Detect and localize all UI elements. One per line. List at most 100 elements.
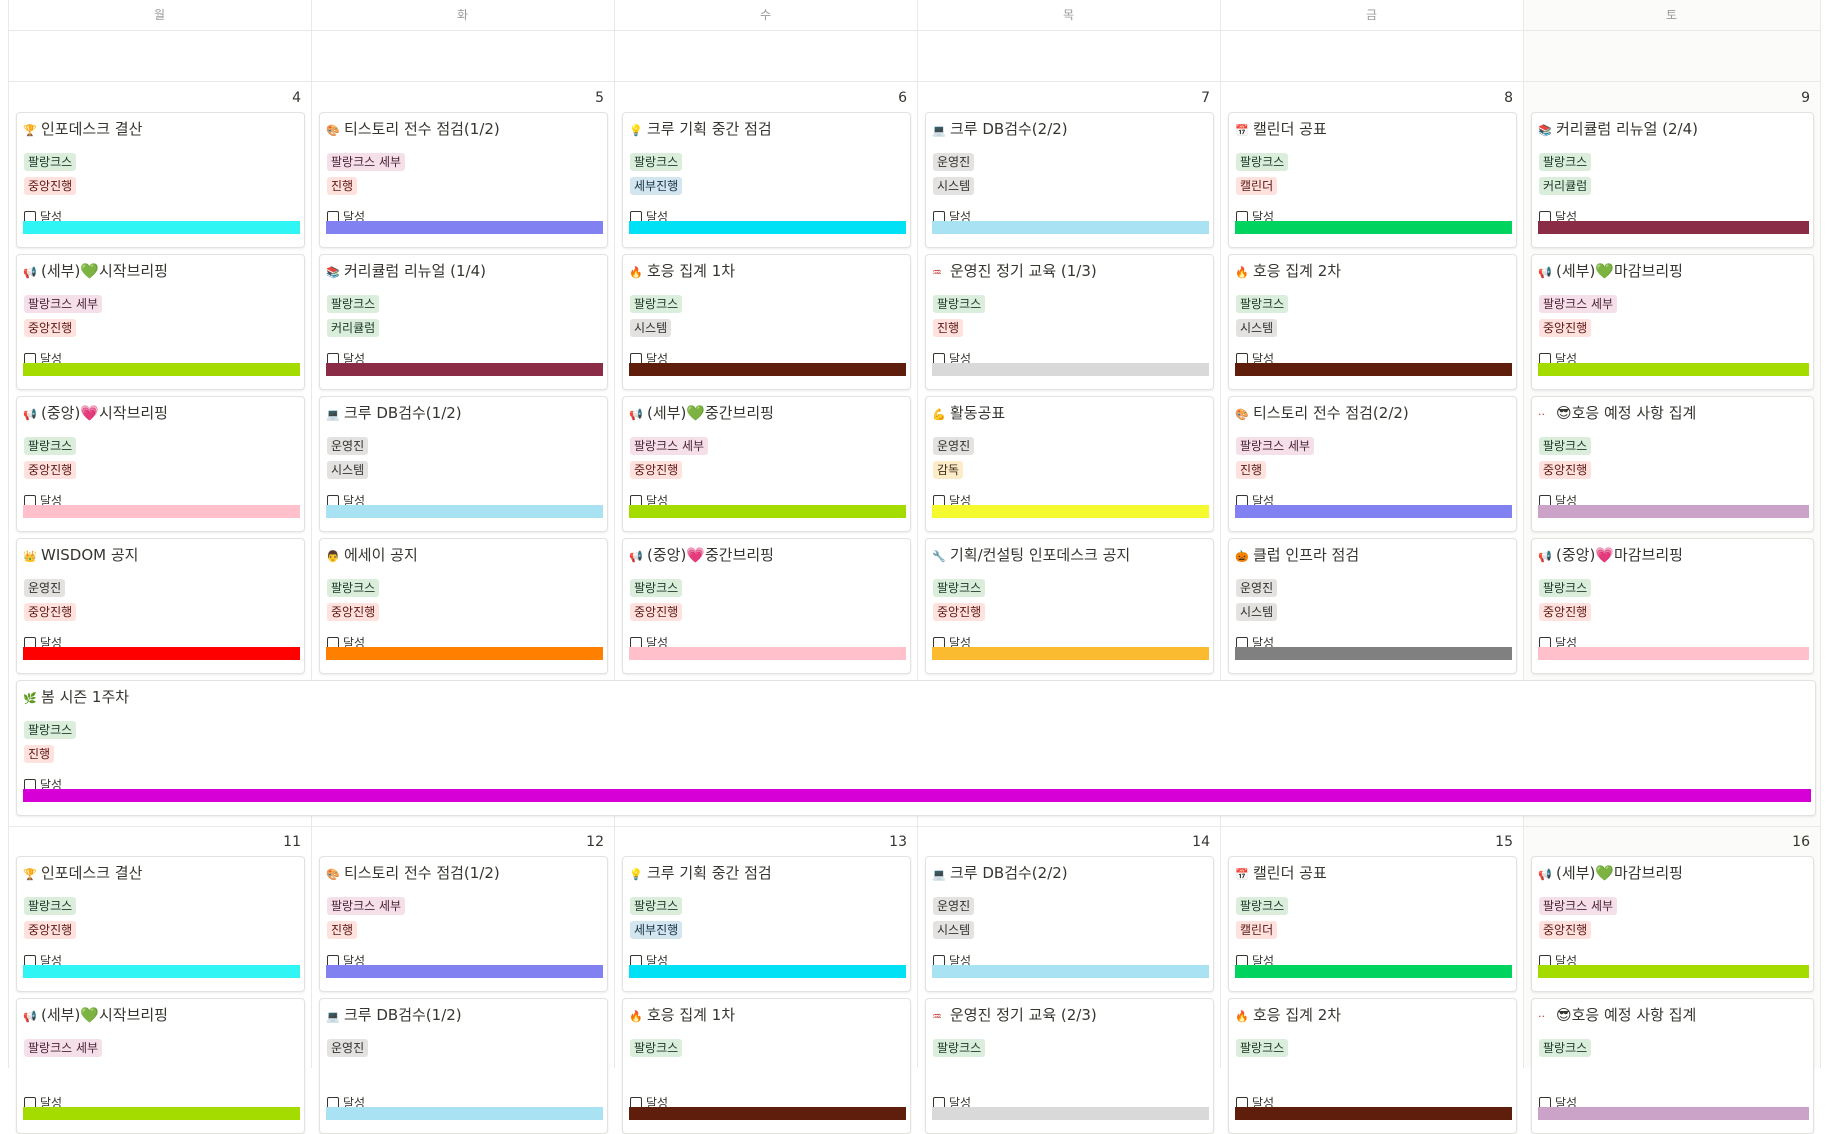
- event-card[interactable]: 🏆 인포데스크 결산 팔랑크스 중앙진행 달성: [16, 112, 305, 248]
- event-title[interactable]: 🔥 호응 집계 2차: [1235, 261, 1512, 281]
- event-title[interactable]: 📢 (세부)💚마감브리핑: [1538, 261, 1809, 281]
- event-title[interactable]: 📚 커리큘럼 리뉴얼 (1/4): [326, 261, 603, 281]
- property-tag: 중앙진행: [630, 603, 683, 621]
- event-icon: 🎨: [1235, 408, 1249, 421]
- event-title[interactable]: 🎨 티스토리 전수 점검(2/2): [1235, 403, 1512, 423]
- property-tag: 팔랑크스: [933, 295, 986, 313]
- event-title[interactable]: ·· 😎호응 예정 사항 집계: [1538, 1005, 1809, 1025]
- event-card[interactable]: 🔥 호응 집계 1차 팔랑크스 시스템 달성: [622, 254, 911, 390]
- event-title[interactable]: 🎨 티스토리 전수 점검(1/2): [326, 863, 603, 883]
- event-card[interactable]: 🏆 인포데스크 결산 팔랑크스 중앙진행 달성: [16, 856, 305, 992]
- color-bar: [629, 965, 906, 978]
- event-title[interactable]: 👨 에세이 공지: [326, 545, 603, 565]
- event-card[interactable]: 📢 (세부)💚시작브리핑 팔랑크스 세부 달성: [16, 998, 305, 1134]
- event-title[interactable]: 👑 WISDOM 공지: [23, 545, 300, 565]
- grid-vline: [1220, 0, 1221, 1068]
- event-title-text: 😎호응 예정 사항 집계: [1556, 1006, 1697, 1024]
- event-card[interactable]: 📢 (세부)💚시작브리핑 팔랑크스 세부 중앙진행 달성: [16, 254, 305, 390]
- event-title[interactable]: 💻 크루 DB검수(1/2): [326, 403, 603, 423]
- event-title[interactable]: 🎃 클럽 인프라 점검: [1235, 545, 1512, 565]
- event-title-text: 커리큘럼 리뉴얼 (2/4): [1556, 120, 1698, 138]
- event-card[interactable]: 📅 캘린더 공표 팔랑크스 캘린더 달성: [1228, 112, 1517, 248]
- event-card[interactable]: 🔧 기획/컨설팅 인포데스크 공지 팔랑크스 중앙진행 달성: [925, 538, 1214, 674]
- event-card[interactable]: 🎃 클럽 인프라 점검 운영진 시스템 달성: [1228, 538, 1517, 674]
- event-card[interactable]: 💻 크루 DB검수(2/2) 운영진 시스템 달성: [925, 112, 1214, 248]
- event-title[interactable]: 🌿 봄 시즌 1주차: [23, 687, 1811, 707]
- event-card[interactable]: 🎨 티스토리 전수 점검(2/2) 팔랑크스 세부 진행 달성: [1228, 396, 1517, 532]
- event-title[interactable]: 📢 (중앙)💗시작브리핑: [23, 403, 300, 423]
- event-card[interactable]: 🎨 티스토리 전수 점검(1/2) 팔랑크스 세부 진행 달성: [319, 856, 608, 992]
- day-number: 12: [586, 834, 604, 850]
- weekday-header-4: 금: [1365, 8, 1378, 22]
- color-bar: [326, 363, 603, 376]
- event-title[interactable]: 📢 (중앙)💗마감브리핑: [1538, 545, 1809, 565]
- property-tag: 진행: [327, 921, 358, 939]
- event-title[interactable]: 📅 캘린더 공표: [1235, 119, 1512, 139]
- event-title[interactable]: 📢 (세부)💚마감브리핑: [1538, 863, 1809, 883]
- event-card[interactable]: 👨 에세이 공지 팔랑크스 중앙진행 달성: [319, 538, 608, 674]
- event-card[interactable]: 💡 크루 기획 중간 점검 팔랑크스 세부진행 달성: [622, 112, 911, 248]
- event-title[interactable]: 🔧 기획/컨설팅 인포데스크 공지: [932, 545, 1209, 565]
- event-card[interactable]: 📅 캘린더 공표 팔랑크스 캘린더 달성: [1228, 856, 1517, 992]
- event-title-text: 크루 기획 중간 점검: [647, 120, 772, 138]
- event-card[interactable]: 📢 (중앙)💗마감브리핑 팔랑크스 중앙진행 달성: [1531, 538, 1814, 674]
- event-icon: ··: [1538, 408, 1545, 421]
- event-title[interactable]: 📅 캘린더 공표: [1235, 863, 1512, 883]
- event-card[interactable]: ·· 😎호응 예정 사항 집계 팔랑크스 달성: [1531, 998, 1814, 1134]
- event-card[interactable]: 📢 (중앙)💗중간브리핑 팔랑크스 중앙진행 달성: [622, 538, 911, 674]
- event-title[interactable]: 📢 (세부)💚시작브리핑: [23, 261, 300, 281]
- event-title[interactable]: 💡 크루 기획 중간 점검: [629, 863, 906, 883]
- day-number: 16: [1792, 834, 1810, 850]
- event-card[interactable]: 🌿 봄 시즌 1주차 팔랑크스 진행 달성: [16, 680, 1816, 816]
- property-tag: 팔랑크스: [327, 579, 380, 597]
- event-card[interactable]: 💻 크루 DB검수(1/2) 운영진 시스템 달성: [319, 396, 608, 532]
- event-title[interactable]: 🔥 호응 집계 1차: [629, 1005, 906, 1025]
- event-title[interactable]: 📢 (세부)💚시작브리핑: [23, 1005, 300, 1025]
- grid-vline: [1820, 0, 1821, 1068]
- event-card[interactable]: 💻 크루 DB검수(1/2) 운영진 달성: [319, 998, 608, 1134]
- event-card[interactable]: 📚 커리큘럼 리뉴얼 (1/4) 팔랑크스 커리큘럼 달성: [319, 254, 608, 390]
- property-tag: 팔랑크스: [630, 1039, 683, 1057]
- grid-hline: [8, 81, 1820, 82]
- event-title[interactable]: 💻 크루 DB검수(2/2): [932, 119, 1209, 139]
- event-title[interactable]: 🎨 티스토리 전수 점검(1/2): [326, 119, 603, 139]
- grid-vline: [311, 0, 312, 1068]
- event-card[interactable]: 👑 WISDOM 공지 운영진 중앙진행 달성: [16, 538, 305, 674]
- event-title-text: (세부)💚마감브리핑: [1556, 864, 1683, 882]
- event-card[interactable]: 💪 활동공표 운영진 감독 달성: [925, 396, 1214, 532]
- event-title[interactable]: 💪 활동공표: [932, 403, 1209, 423]
- event-card[interactable]: 💻 크루 DB검수(2/2) 운영진 시스템 달성: [925, 856, 1214, 992]
- event-card[interactable]: 📢 (중앙)💗시작브리핑 팔랑크스 중앙진행 달성: [16, 396, 305, 532]
- event-card[interactable]: 🔥 호응 집계 2차 팔랑크스 시스템 달성: [1228, 254, 1517, 390]
- event-icon: 📢: [1538, 266, 1552, 279]
- event-title[interactable]: 🏆 인포데스크 결산: [23, 863, 300, 883]
- event-title[interactable]: 🏆 인포데스크 결산: [23, 119, 300, 139]
- event-card[interactable]: 📢 (세부)💚마감브리핑 팔랑크스 세부 중앙진행 달성: [1531, 254, 1814, 390]
- event-title[interactable]: ·· 😎호응 예정 사항 집계: [1538, 403, 1809, 423]
- event-title[interactable]: 💡 크루 기획 중간 점검: [629, 119, 906, 139]
- event-card[interactable]: 🔥 호응 집계 1차 팔랑크스 달성: [622, 998, 911, 1134]
- event-title[interactable]: 🔥 호응 집계 2차: [1235, 1005, 1512, 1025]
- event-title[interactable]: 💻 크루 DB검수(2/2): [932, 863, 1209, 883]
- event-title[interactable]: 🔥 호응 집계 1차: [629, 261, 906, 281]
- event-icon: 💻: [932, 868, 946, 881]
- event-title-text: 호응 집계 1차: [647, 262, 736, 280]
- event-card[interactable]: 🔥 호응 집계 2차 팔랑크스 달성: [1228, 998, 1517, 1134]
- property-tag: 팔랑크스: [1236, 1039, 1289, 1057]
- event-card[interactable]: 📢 (세부)💚마감브리핑 팔랑크스 세부 중앙진행 달성: [1531, 856, 1814, 992]
- event-title[interactable]: ♒ 운영진 정기 교육 (2/3): [932, 1005, 1209, 1025]
- event-card[interactable]: 📚 커리큘럼 리뉴얼 (2/4) 팔랑크스 커리큘럼 달성: [1531, 112, 1814, 248]
- event-card[interactable]: 📢 (세부)💚중간브리핑 팔랑크스 세부 중앙진행 달성: [622, 396, 911, 532]
- property-tag: 중앙진행: [1539, 603, 1592, 621]
- event-card[interactable]: ·· 😎호응 예정 사항 집계 팔랑크스 중앙진행 달성: [1531, 396, 1814, 532]
- event-card[interactable]: 💡 크루 기획 중간 점검 팔랑크스 세부진행 달성: [622, 856, 911, 992]
- event-card[interactable]: 🎨 티스토리 전수 점검(1/2) 팔랑크스 세부 진행 달성: [319, 112, 608, 248]
- event-card[interactable]: ♒ 운영진 정기 교육 (1/3) 팔랑크스 진행 달성: [925, 254, 1214, 390]
- event-title[interactable]: 📢 (중앙)💗중간브리핑: [629, 545, 906, 565]
- event-title-text: (세부)💚시작브리핑: [41, 1006, 168, 1024]
- event-title[interactable]: 💻 크루 DB검수(1/2): [326, 1005, 603, 1025]
- event-title[interactable]: 📢 (세부)💚중간브리핑: [629, 403, 906, 423]
- event-title[interactable]: ♒ 운영진 정기 교육 (1/3): [932, 261, 1209, 281]
- event-card[interactable]: ♒ 운영진 정기 교육 (2/3) 팔랑크스 달성: [925, 998, 1214, 1134]
- event-title[interactable]: 📚 커리큘럼 리뉴얼 (2/4): [1538, 119, 1809, 139]
